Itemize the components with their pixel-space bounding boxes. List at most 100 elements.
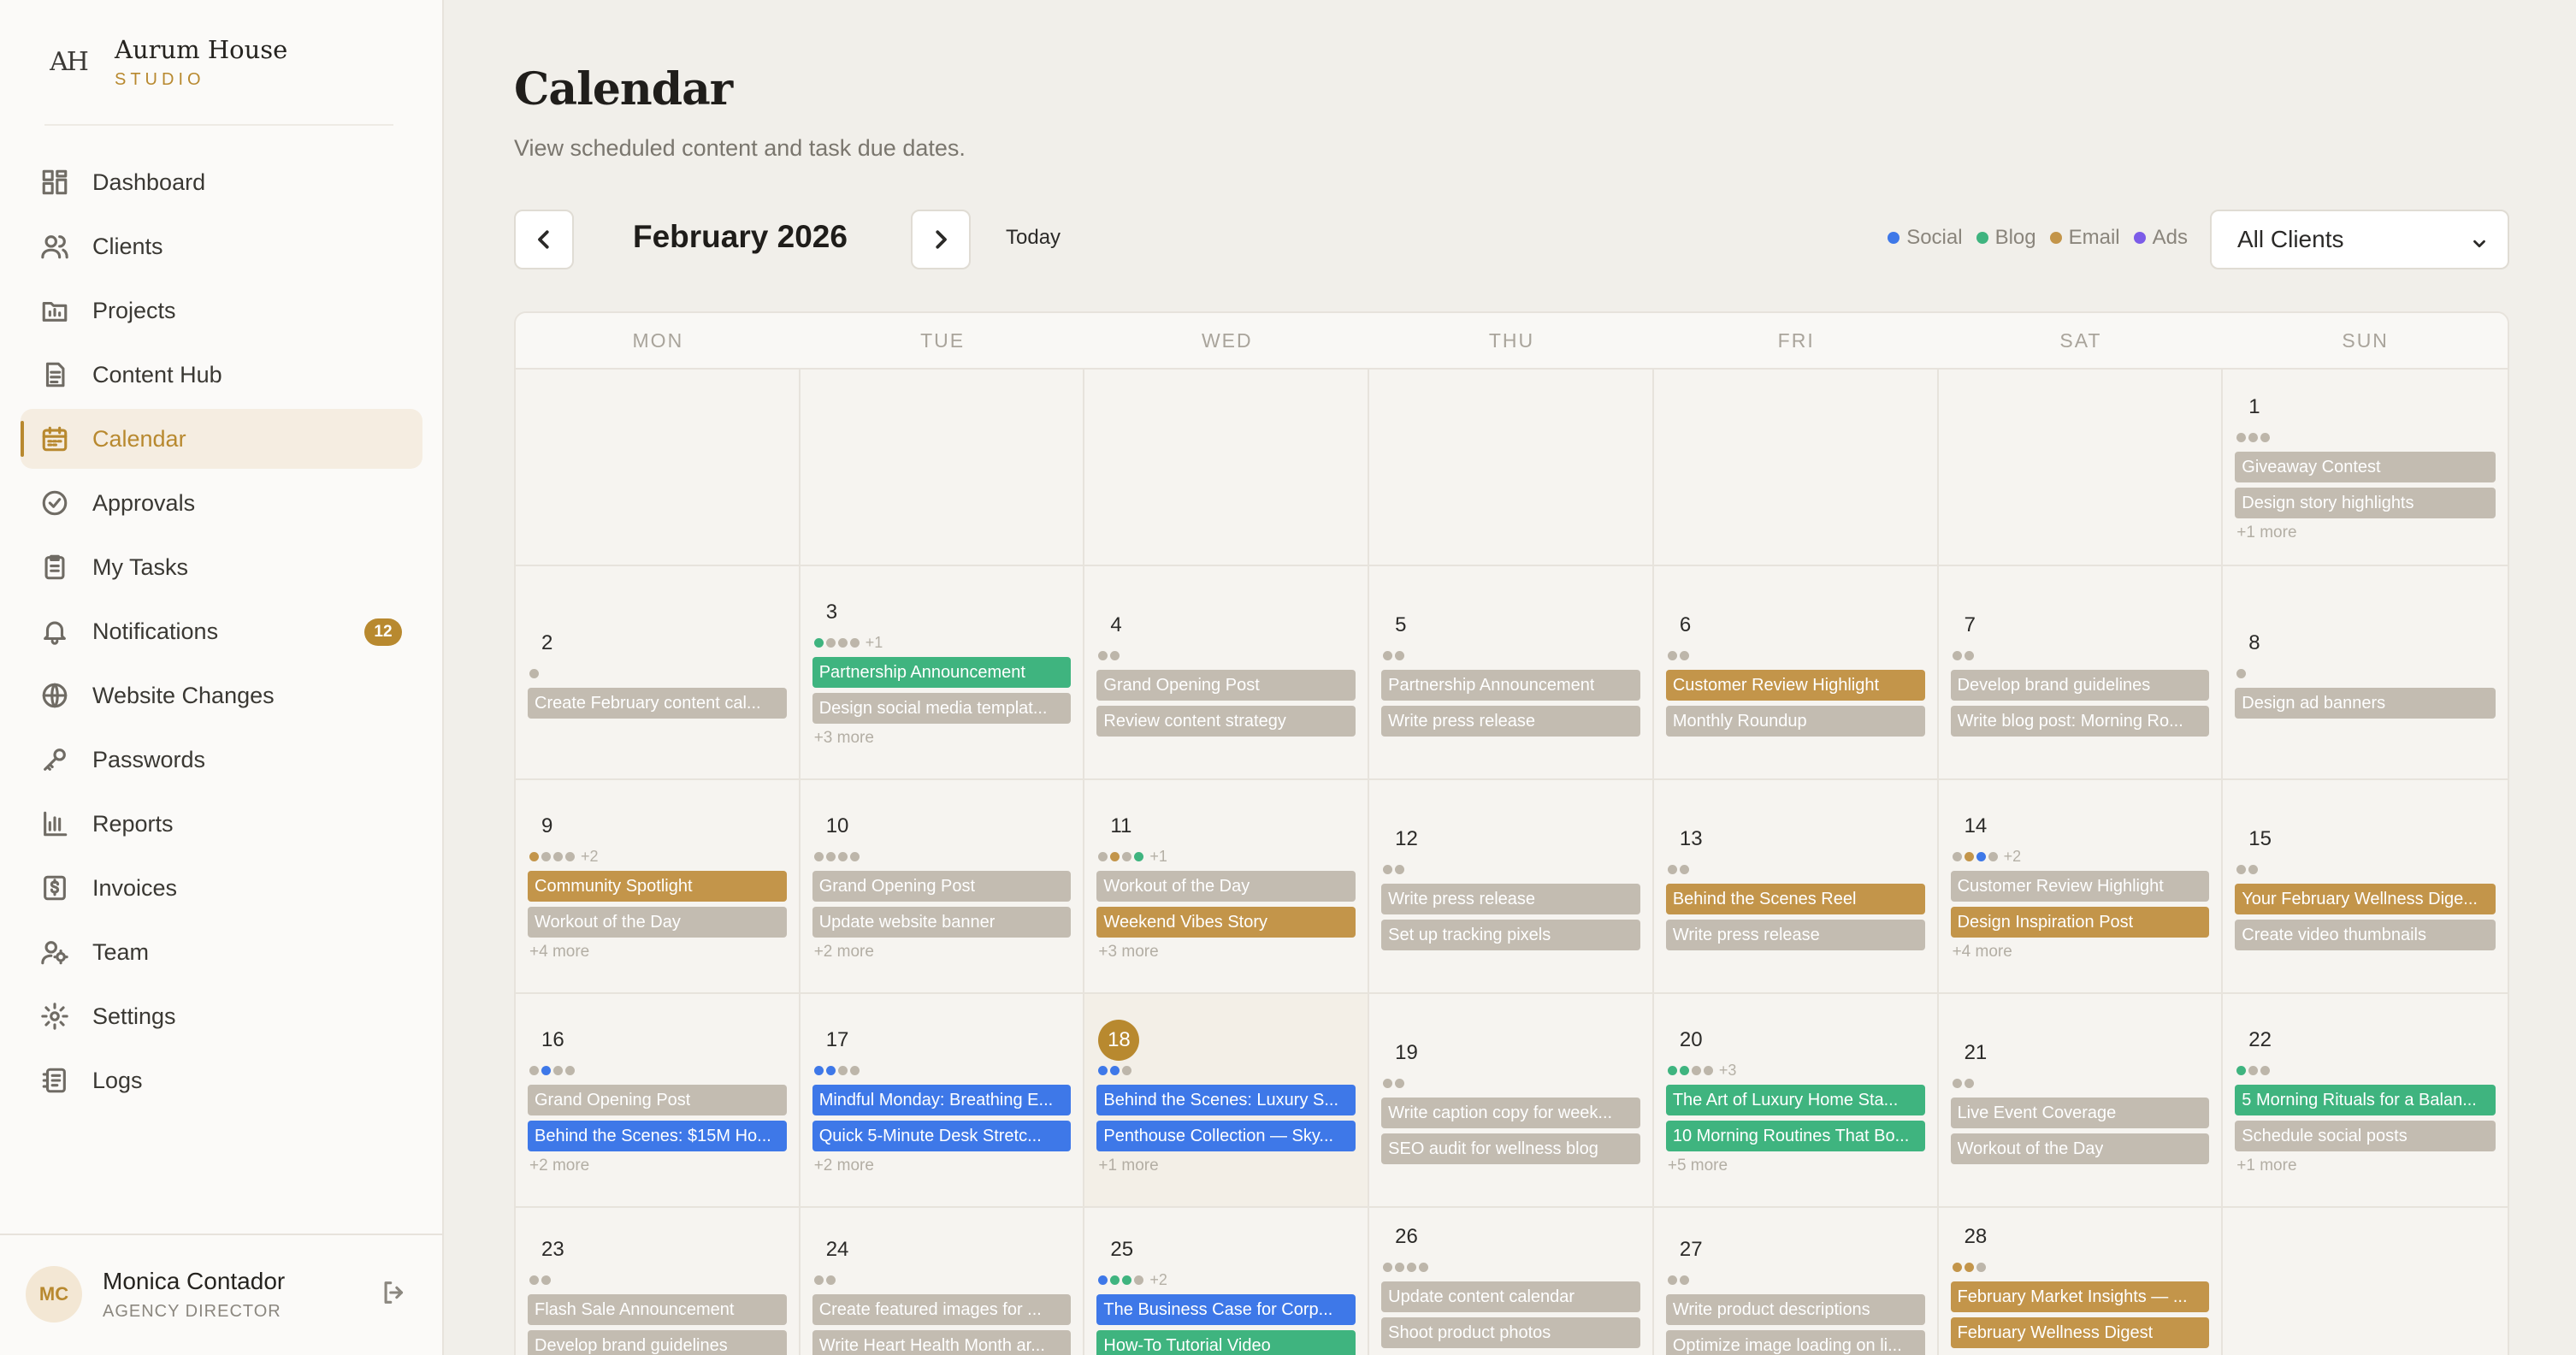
calendar-event[interactable]: February Market Insights — ... [1950,1281,2210,1312]
calendar-day-cell[interactable]: 20 +3 The Art of Luxury Home Sta... 10 Morn… [1654,994,1939,1206]
calendar-event[interactable]: Community Spotlight [528,871,787,902]
calendar-event[interactable]: Grand Opening Post [812,871,1072,902]
calendar-event[interactable]: 10 Morning Routines That Bo... [1665,1121,1925,1151]
calendar-event[interactable]: Customer Review Highlight [1950,871,2210,902]
more-events-link[interactable]: +5 more [1666,1157,1925,1175]
calendar-event[interactable]: Create February content cal... [528,688,787,719]
calendar-day-cell[interactable]: 10 Grand Opening Post Update website banne… [801,780,1085,992]
calendar-event[interactable]: Design story highlights [2235,488,2496,518]
more-events-link[interactable]: +3 more [812,729,1072,748]
calendar-day-cell[interactable]: 22 5 Morning Rituals for a Balan... Schedu… [2223,994,2508,1206]
calendar-event[interactable]: Write blog post: Morning Ro... [1950,706,2210,737]
calendar-event[interactable]: Create featured images for ... [812,1294,1072,1325]
sidebar-item-website-changes[interactable]: Website Changes [21,666,422,725]
calendar-event[interactable]: Design Inspiration Post [1950,907,2210,938]
calendar-event[interactable]: Quick 5-Minute Desk Stretc... [812,1121,1072,1151]
calendar-event[interactable]: Your February Wellness Dige... [2235,884,2496,914]
calendar-day-cell[interactable]: 4 Grand Opening Post Review content strate… [1084,566,1370,778]
calendar-event[interactable]: Set up tracking pixels [1381,920,1640,950]
calendar-day-cell[interactable]: 24 Create featured images for ... Write He… [801,1208,1085,1355]
calendar-event[interactable]: Write Heart Health Month ar... [812,1330,1072,1355]
sidebar-item-logs[interactable]: Logs [21,1050,422,1110]
sidebar-item-dashboard[interactable]: Dashboard [21,152,422,212]
more-events-link[interactable]: +2 more [812,943,1072,962]
calendar-day-cell[interactable]: 15 Your February Wellness Dige... Create v… [2223,780,2508,992]
next-month-button[interactable] [911,210,971,269]
calendar-event[interactable]: Workout of the Day [528,907,787,938]
calendar-event[interactable]: Partnership Announcement [812,657,1072,688]
calendar-event[interactable]: Workout of the Day [1950,1133,2210,1164]
calendar-event[interactable]: Shoot product photos [1381,1317,1640,1348]
calendar-day-cell[interactable]: 17 Mindful Monday: Breathing E... Quick 5-… [801,994,1085,1206]
more-events-link[interactable]: +3 more [1096,943,1356,962]
calendar-event[interactable]: Write press release [1381,884,1640,914]
calendar-day-cell[interactable]: 12 Write press release Set up tracking pix… [1369,780,1654,992]
calendar-day-cell[interactable]: 6 Customer Review Highlight Monthly Roundu… [1654,566,1939,778]
calendar-day-cell[interactable]: 7 Develop brand guidelines Write blog post… [1939,566,2224,778]
calendar-event[interactable]: Schedule social posts [2235,1121,2496,1151]
more-events-link[interactable]: +1 more [2235,524,2496,542]
calendar-day-cell[interactable]: 5 Partnership Announcement Write press rel… [1369,566,1654,778]
calendar-event[interactable]: The Art of Luxury Home Sta... [1665,1085,1925,1115]
more-events-link[interactable]: +4 more [1951,943,2210,962]
calendar-event[interactable]: Develop brand guidelines [528,1330,787,1355]
sidebar-item-team[interactable]: Team [21,922,422,982]
more-events-link[interactable]: +1 more [1096,1157,1356,1175]
calendar-event[interactable]: Review content strategy [1096,706,1356,737]
sidebar-item-my-tasks[interactable]: My Tasks [21,537,422,597]
calendar-event[interactable]: How-To Tutorial Video [1096,1330,1356,1355]
calendar-day-cell[interactable]: 27 Write product descriptions Optimize ima… [1654,1208,1939,1355]
sidebar-item-passwords[interactable]: Passwords [21,730,422,790]
calendar-day-cell[interactable]: 13 Behind the Scenes Reel Write press rele… [1654,780,1939,992]
calendar-event[interactable]: Create video thumbnails [2235,920,2496,950]
calendar-day-cell[interactable]: 9 +2 Community Spotlight Workout of the Day… [516,780,801,992]
calendar-event[interactable]: Write product descriptions [1665,1294,1925,1325]
calendar-day-cell[interactable]: 16 Grand Opening Post Behind the Scenes: $… [516,994,801,1206]
brand[interactable]: AH Aurum House STUDIO [44,34,287,90]
calendar-event[interactable]: Giveaway Contest [2235,452,2496,482]
calendar-event[interactable]: Optimize image loading on li... [1665,1330,1925,1355]
user-profile[interactable]: MC Monica Contador AGENCY DIRECTOR [26,1264,411,1324]
more-events-link[interactable]: +2 more [528,1157,787,1175]
calendar-event[interactable]: Mindful Monday: Breathing E... [812,1085,1072,1115]
calendar-event[interactable]: Grand Opening Post [1096,670,1356,701]
calendar-event[interactable]: Penthouse Collection — Sky... [1096,1121,1356,1151]
previous-month-button[interactable] [514,210,574,269]
sidebar-item-reports[interactable]: Reports [21,794,422,854]
calendar-event[interactable]: Weekend Vibes Story [1096,907,1356,938]
calendar-event[interactable]: Live Event Coverage [1950,1098,2210,1128]
calendar-event[interactable]: Update website banner [812,907,1072,938]
sidebar-item-projects[interactable]: Projects [21,281,422,340]
calendar-day-cell[interactable]: 14 +2 Customer Review Highlight Design Insp… [1939,780,2224,992]
calendar-event[interactable]: Partnership Announcement [1381,670,1640,701]
calendar-day-cell[interactable]: 2 Create February content cal... [516,566,801,778]
calendar-event[interactable]: Design ad banners [2235,688,2496,719]
calendar-day-cell[interactable]: 25 +2 The Business Case for Corp... How-To … [1084,1208,1370,1355]
calendar-day-cell[interactable]: 11 +1 Workout of the Day Weekend Vibes Stor… [1084,780,1370,992]
more-events-link[interactable]: +4 more [528,943,787,962]
calendar-event[interactable]: Write press release [1665,920,1925,950]
calendar-event[interactable]: The Business Case for Corp... [1096,1294,1356,1325]
calendar-event[interactable]: Develop brand guidelines [1950,670,2210,701]
calendar-event[interactable]: Customer Review Highlight [1665,670,1925,701]
calendar-event[interactable]: 5 Morning Rituals for a Balan... [2235,1085,2496,1115]
calendar-event[interactable]: Workout of the Day [1096,871,1356,902]
sidebar-item-approvals[interactable]: Approvals [21,473,422,533]
calendar-day-cell[interactable]: 28 February Market Insights — ... February… [1939,1208,2224,1355]
calendar-event[interactable]: Flash Sale Announcement [528,1294,787,1325]
sidebar-item-content-hub[interactable]: Content Hub [21,345,422,405]
calendar-day-cell[interactable]: 19 Write caption copy for week... SEO audi… [1369,994,1654,1206]
sidebar-item-clients[interactable]: Clients [21,216,422,276]
calendar-event[interactable]: Behind the Scenes: $15M Ho... [528,1121,787,1151]
calendar-event[interactable]: Write press release [1381,706,1640,737]
calendar-event[interactable]: Monthly Roundup [1665,706,1925,737]
calendar-event[interactable]: Grand Opening Post [528,1085,787,1115]
calendar-day-cell[interactable]: 21 Live Event Coverage Workout of the Day [1939,994,2224,1206]
calendar-day-cell[interactable]: 18 Behind the Scenes: Luxury S... Penthous… [1084,994,1370,1206]
calendar-day-cell[interactable]: 26 Update content calendar Shoot product p… [1369,1208,1654,1355]
calendar-day-cell[interactable]: 23 Flash Sale Announcement Develop brand g… [516,1208,801,1355]
calendar-event[interactable]: Update content calendar [1381,1281,1640,1312]
calendar-event[interactable]: Behind the Scenes: Luxury S... [1096,1085,1356,1115]
calendar-event[interactable]: February Wellness Digest [1950,1317,2210,1348]
today-button[interactable]: Today [1006,226,1061,250]
